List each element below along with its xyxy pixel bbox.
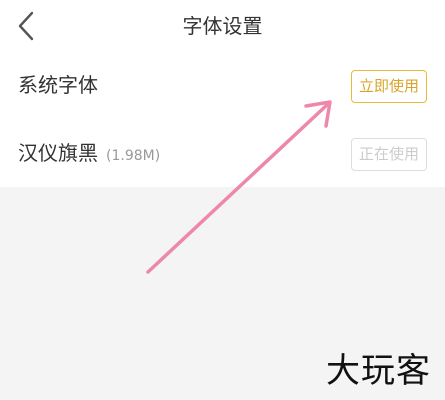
font-name: 系统字体 [18,52,98,118]
font-name-label: 汉仪旗黑 [18,141,98,165]
font-list: 系统字体 立即使用 汉仪旗黑 (1.98M) 正在使用 [0,52,445,187]
font-row-system: 系统字体 立即使用 [0,52,445,118]
font-name: 汉仪旗黑 (1.98M) [18,120,160,186]
font-row-hanyi: 汉仪旗黑 (1.98M) 正在使用 [0,120,445,186]
use-now-button[interactable]: 立即使用 [351,70,427,103]
watermark-logo: 大玩客 [326,351,431,391]
font-file-size: (1.98M) [106,148,161,164]
page-title: 字体设置 [182,14,263,38]
in-use-button: 正在使用 [351,138,427,171]
font-name-label: 系统字体 [18,73,98,97]
top-bar: 字体设置 [0,0,445,52]
